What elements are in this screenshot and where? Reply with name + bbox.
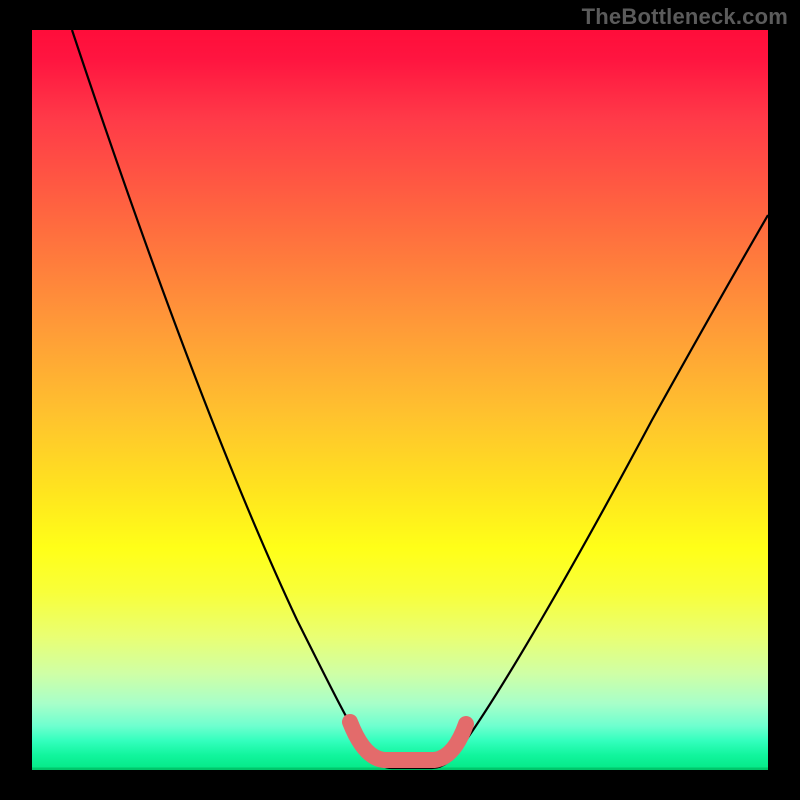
watermark-text: TheBottleneck.com: [582, 4, 788, 30]
bottleneck-highlight: [350, 722, 466, 760]
bottleneck-curve: [72, 30, 768, 768]
curve-svg: [32, 30, 768, 770]
plot-area: [32, 30, 768, 770]
chart-frame: TheBottleneck.com: [0, 0, 800, 800]
